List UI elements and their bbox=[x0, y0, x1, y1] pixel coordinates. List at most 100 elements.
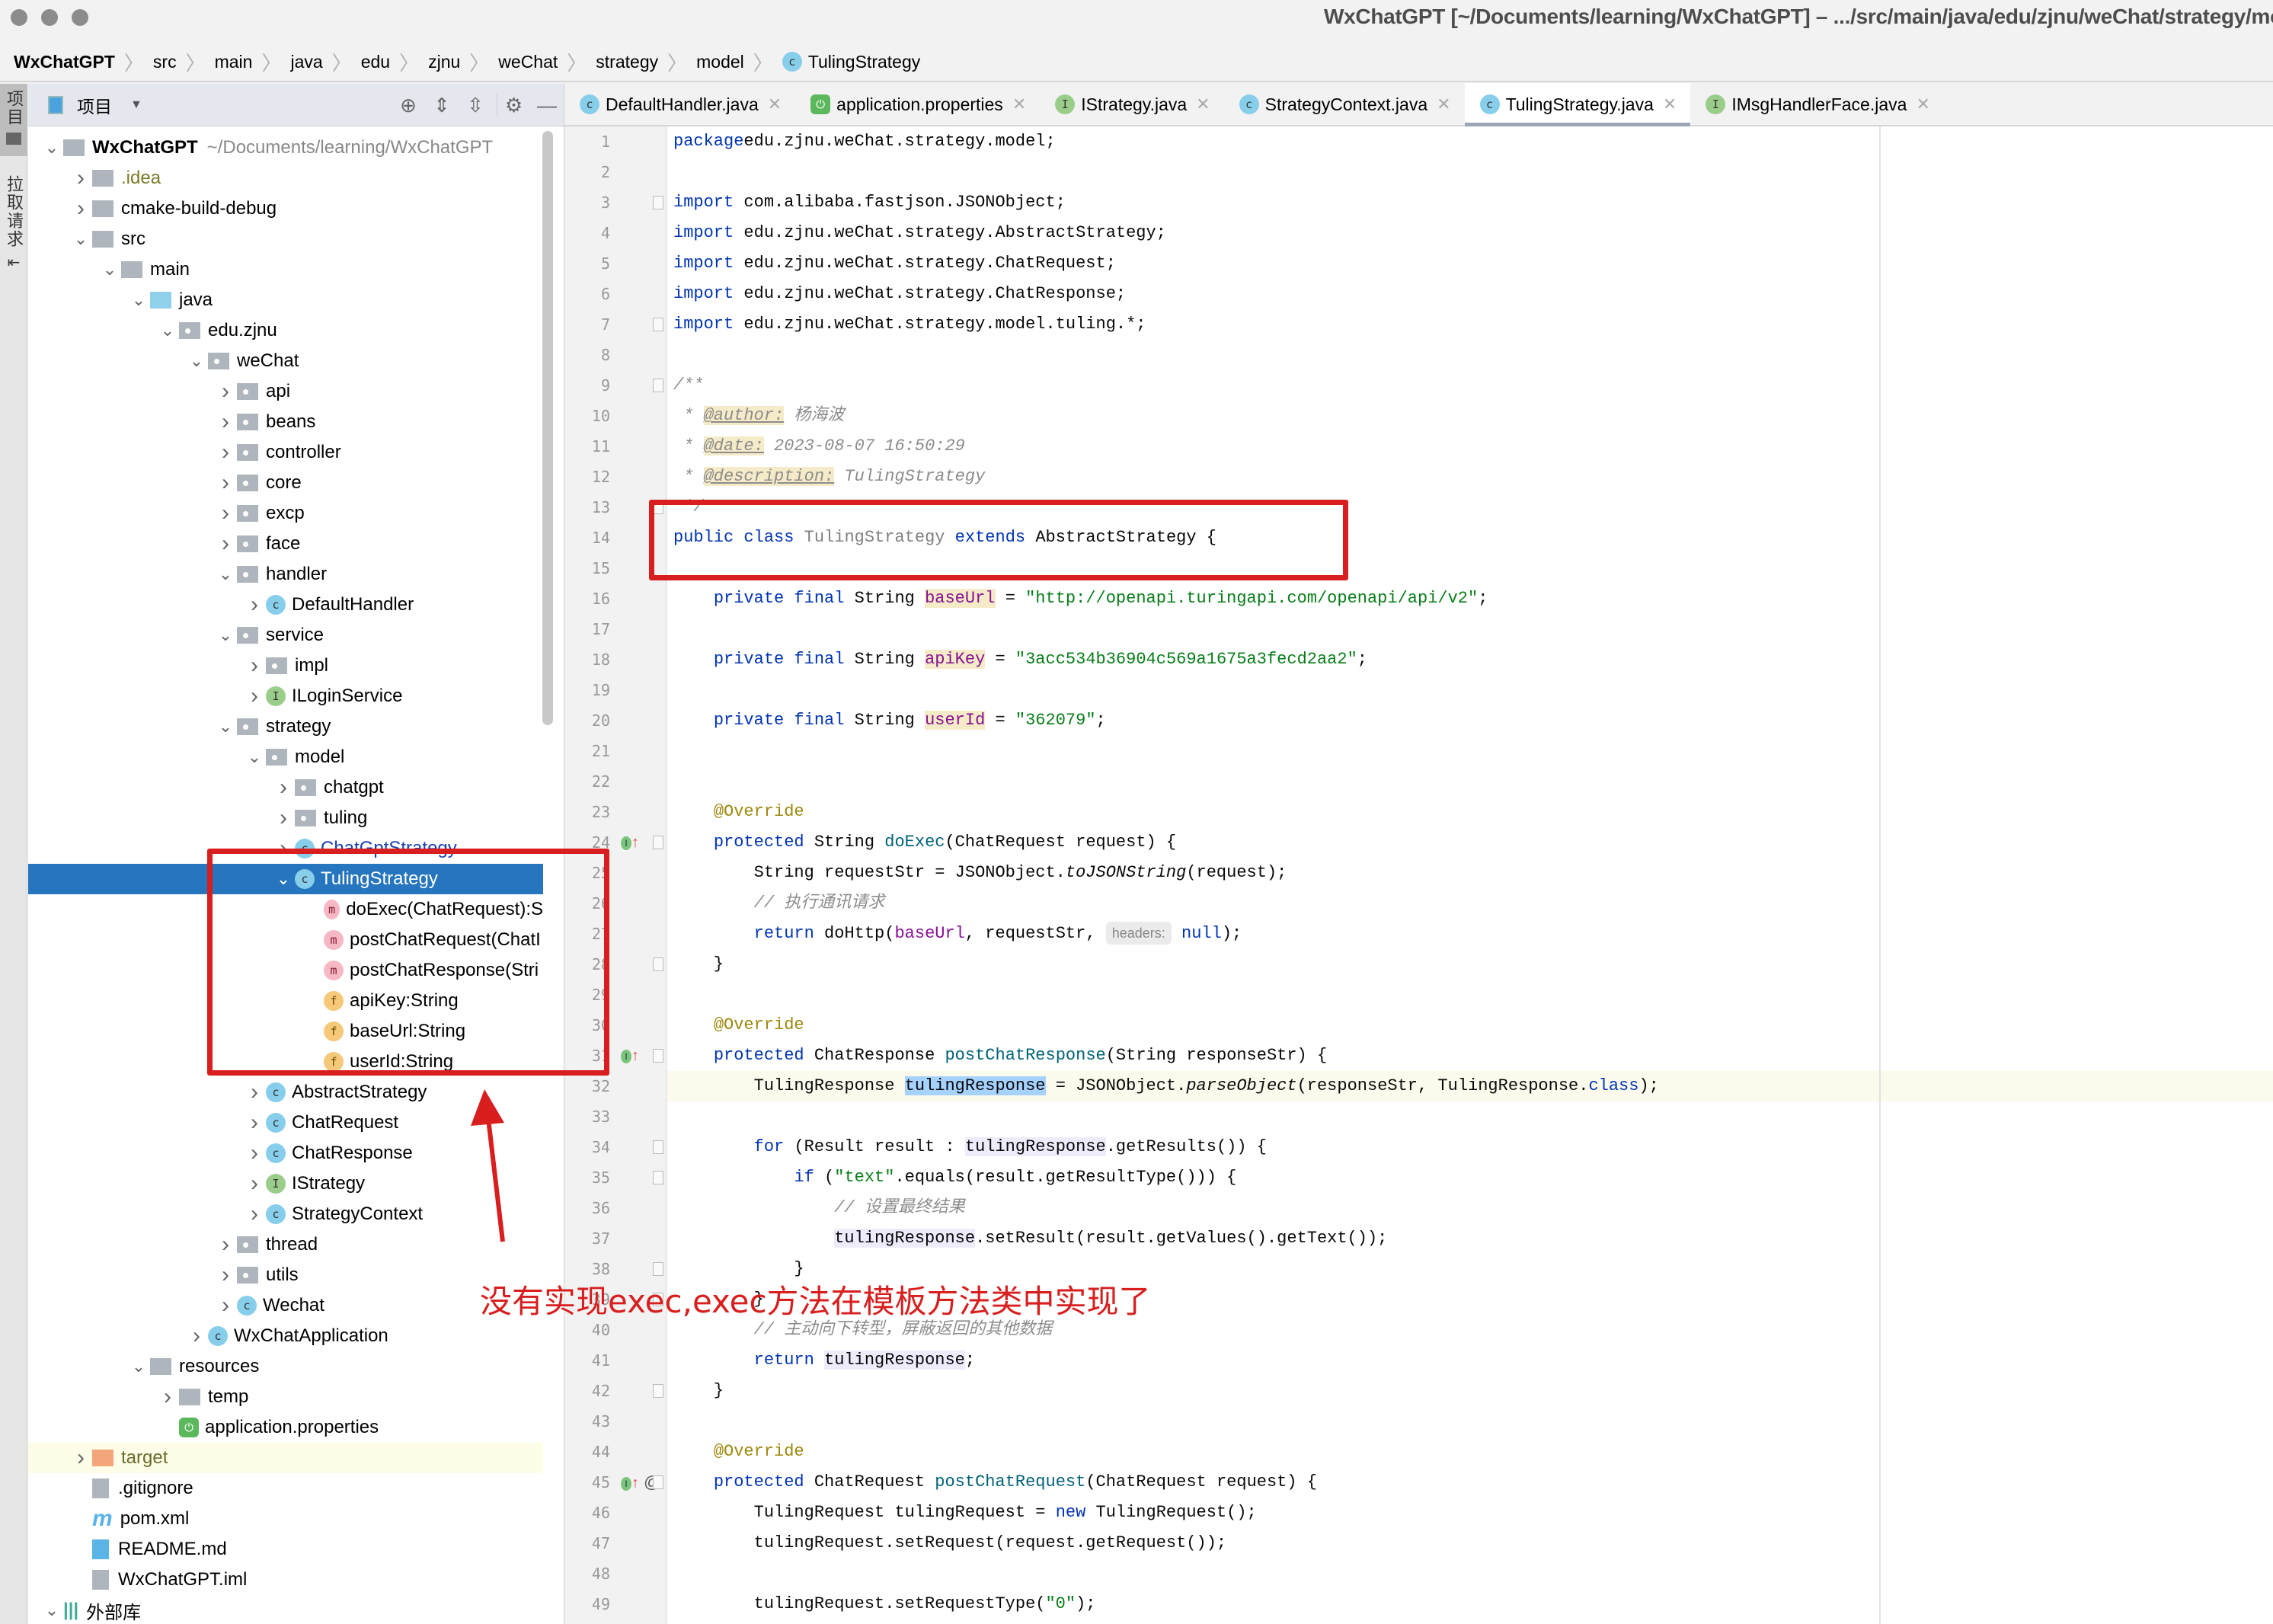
minimize-window-button[interactable] bbox=[41, 9, 58, 26]
breadcrumb-item[interactable]: java 〉 bbox=[290, 48, 360, 76]
chevron-right-icon[interactable]: › bbox=[214, 531, 237, 557]
code-line[interactable]: private final String apiKey = "3acc534b3… bbox=[667, 644, 2273, 675]
fold-marker-icon[interactable] bbox=[653, 957, 663, 971]
tree-item[interactable]: › controller bbox=[28, 437, 543, 468]
fold-marker-icon[interactable] bbox=[653, 500, 663, 514]
code-editor[interactable]: packageedu.zjnu.weChat.strategy.model; im… bbox=[667, 126, 2273, 1624]
breadcrumb-item[interactable]: weChat 〉 bbox=[498, 48, 596, 76]
tree-item[interactable]: ⌄ service bbox=[28, 620, 543, 651]
chevron-right-icon[interactable]: › bbox=[214, 470, 237, 496]
tree-item[interactable]: WxChatGPT.iml bbox=[28, 1565, 543, 1595]
code-line[interactable] bbox=[667, 980, 2273, 1010]
editor-tab[interactable]: I IMsgHandlerFace.java ✕ bbox=[1690, 83, 1944, 126]
chevron-down-icon[interactable]: ⌄ bbox=[40, 138, 63, 158]
tree-item[interactable]: f baseUrl:String bbox=[28, 1016, 543, 1047]
tree-item[interactable]: ⌄ main bbox=[28, 254, 543, 285]
code-line[interactable] bbox=[667, 157, 2273, 187]
code-line[interactable]: protected ChatResponse postChatResponse(… bbox=[667, 1041, 2273, 1071]
code-line[interactable]: * @date: 2023-08-07 16:50:29 bbox=[667, 431, 2273, 462]
chevron-down-icon[interactable]: ⌄ bbox=[243, 747, 266, 767]
chevron-down-icon[interactable]: ⌄ bbox=[185, 351, 208, 371]
tree-item[interactable]: › c ChatRequest bbox=[28, 1108, 543, 1138]
tree-item[interactable]: ⌄ java bbox=[28, 285, 543, 315]
chevron-right-icon[interactable]: › bbox=[243, 592, 266, 618]
tree-item[interactable]: ⌄ edu.zjnu bbox=[28, 315, 543, 346]
tree-item[interactable]: › target bbox=[28, 1443, 543, 1473]
chevron-down-icon[interactable]: ⌄ bbox=[156, 321, 179, 340]
tree-item[interactable]: › thread bbox=[28, 1229, 543, 1260]
breadcrumb-item[interactable]: WxChatGPT 〉 bbox=[14, 48, 153, 76]
project-tree-scrollbar[interactable] bbox=[542, 131, 553, 725]
close-window-button[interactable] bbox=[11, 9, 27, 26]
tree-item[interactable]: ⌄ ||| 外部库 bbox=[28, 1595, 543, 1624]
chevron-right-icon[interactable]: › bbox=[214, 409, 237, 435]
chevron-right-icon[interactable]: › bbox=[272, 805, 295, 831]
tree-item[interactable]: ⏻ application.properties bbox=[28, 1412, 543, 1443]
breadcrumb-item[interactable]: edu 〉 bbox=[361, 48, 428, 76]
code-line[interactable]: import com.alibaba.fastjson.JSONObject; bbox=[667, 187, 2273, 218]
close-tab-icon[interactable]: ✕ bbox=[1012, 94, 1026, 114]
chevron-right-icon[interactable]: › bbox=[214, 1232, 237, 1258]
fold-marker-icon[interactable] bbox=[653, 1262, 663, 1276]
tree-item[interactable]: ⌄ WxChatGPT ~/Documents/learning/WxChatGPT bbox=[28, 133, 543, 163]
code-line[interactable]: protected ChatRequest postChatRequest(Ch… bbox=[667, 1467, 2273, 1498]
gear-icon[interactable]: ⚙ bbox=[497, 93, 530, 117]
tree-item[interactable]: ⌄ weChat bbox=[28, 346, 543, 376]
locate-icon[interactable]: ⊕ bbox=[392, 94, 425, 117]
chevron-right-icon[interactable]: › bbox=[243, 1079, 266, 1105]
tree-item[interactable]: › cmake-build-debug bbox=[28, 193, 543, 224]
tree-item[interactable]: › I IStrategy bbox=[28, 1168, 543, 1199]
chevron-right-icon[interactable]: › bbox=[243, 1110, 266, 1136]
code-line[interactable] bbox=[667, 736, 2273, 766]
chevron-down-icon[interactable]: ⌄ bbox=[127, 290, 150, 310]
tree-item[interactable]: m postChatRequest(ChatI bbox=[28, 925, 543, 955]
tree-item[interactable]: › c Wechat bbox=[28, 1290, 543, 1321]
breadcrumb-item[interactable]: zjnu 〉 bbox=[428, 48, 498, 76]
editor-tab[interactable]: I IStrategy.java ✕ bbox=[1040, 83, 1223, 126]
tree-item[interactable]: ⌄ c TulingStrategy bbox=[28, 864, 543, 894]
code-line[interactable] bbox=[667, 1101, 2273, 1132]
close-tab-icon[interactable]: ✕ bbox=[1196, 94, 1210, 114]
tree-item[interactable]: › utils bbox=[28, 1260, 543, 1290]
code-line[interactable]: if ("text".equals(result.getResultType()… bbox=[667, 1162, 2273, 1193]
collapse-all-icon[interactable]: ⇳ bbox=[459, 94, 492, 117]
tree-item[interactable]: › beans bbox=[28, 407, 543, 437]
breadcrumb-item[interactable]: main 〉 bbox=[215, 48, 291, 76]
code-line[interactable]: import edu.zjnu.weChat.strategy.ChatRequ… bbox=[667, 248, 2273, 279]
breadcrumb-item[interactable]: model 〉 bbox=[696, 48, 782, 76]
project-tool-tab[interactable]: 项目 bbox=[0, 84, 27, 156]
code-line[interactable]: private final String baseUrl = "http://o… bbox=[667, 583, 2273, 614]
code-line[interactable] bbox=[667, 614, 2273, 644]
tree-item[interactable]: › impl bbox=[28, 651, 543, 681]
editor-tab[interactable]: ⏻ application.properties ✕ bbox=[795, 83, 1040, 126]
code-line[interactable]: String requestStr = JSONObject.toJSONStr… bbox=[667, 858, 2273, 888]
code-line[interactable]: TulingResponse tulingResponse = JSONObje… bbox=[667, 1071, 2273, 1101]
chevron-right-icon[interactable]: › bbox=[156, 1384, 179, 1410]
chevron-down-icon[interactable]: ⌄ bbox=[69, 229, 92, 249]
code-line[interactable] bbox=[667, 1558, 2273, 1589]
code-line[interactable]: TulingRequest tulingRequest = new Tuling… bbox=[667, 1498, 2273, 1528]
tree-item[interactable]: › chatgpt bbox=[28, 772, 543, 803]
tree-item[interactable]: › api bbox=[28, 376, 543, 407]
breadcrumb-item[interactable]: src 〉 bbox=[153, 48, 215, 76]
code-line[interactable]: // 设置最终结果 bbox=[667, 1193, 2273, 1223]
tree-item[interactable]: › tuling bbox=[28, 803, 543, 833]
code-line[interactable]: tulingRequest.setRequestType("0"); bbox=[667, 1589, 2273, 1619]
chevron-right-icon[interactable]: › bbox=[69, 165, 92, 191]
expand-all-icon[interactable]: ⇕ bbox=[425, 94, 459, 117]
breadcrumb-item[interactable]: strategy 〉 bbox=[596, 48, 696, 76]
editor-tab[interactable]: c StrategyContext.java ✕ bbox=[1224, 83, 1465, 126]
tree-item[interactable]: › c ChatResponse bbox=[28, 1138, 543, 1168]
chevron-right-icon[interactable]: › bbox=[185, 1323, 208, 1349]
chevron-down-icon[interactable]: ⌄ bbox=[98, 260, 121, 280]
code-line[interactable] bbox=[667, 675, 2273, 705]
chevron-down-icon[interactable]: ⌄ bbox=[214, 717, 237, 737]
editor-tab[interactable]: c DefaultHandler.java ✕ bbox=[564, 83, 795, 126]
tree-item[interactable]: › core bbox=[28, 468, 543, 498]
chevron-right-icon[interactable]: › bbox=[214, 440, 237, 465]
tree-item[interactable]: f userId:String bbox=[28, 1047, 543, 1077]
gutter-marker[interactable]: I ↑ bbox=[621, 827, 639, 858]
chevron-down-icon[interactable]: ⌄ bbox=[214, 564, 237, 584]
code-line[interactable]: } bbox=[667, 949, 2273, 980]
fold-marker-icon[interactable] bbox=[653, 379, 663, 392]
